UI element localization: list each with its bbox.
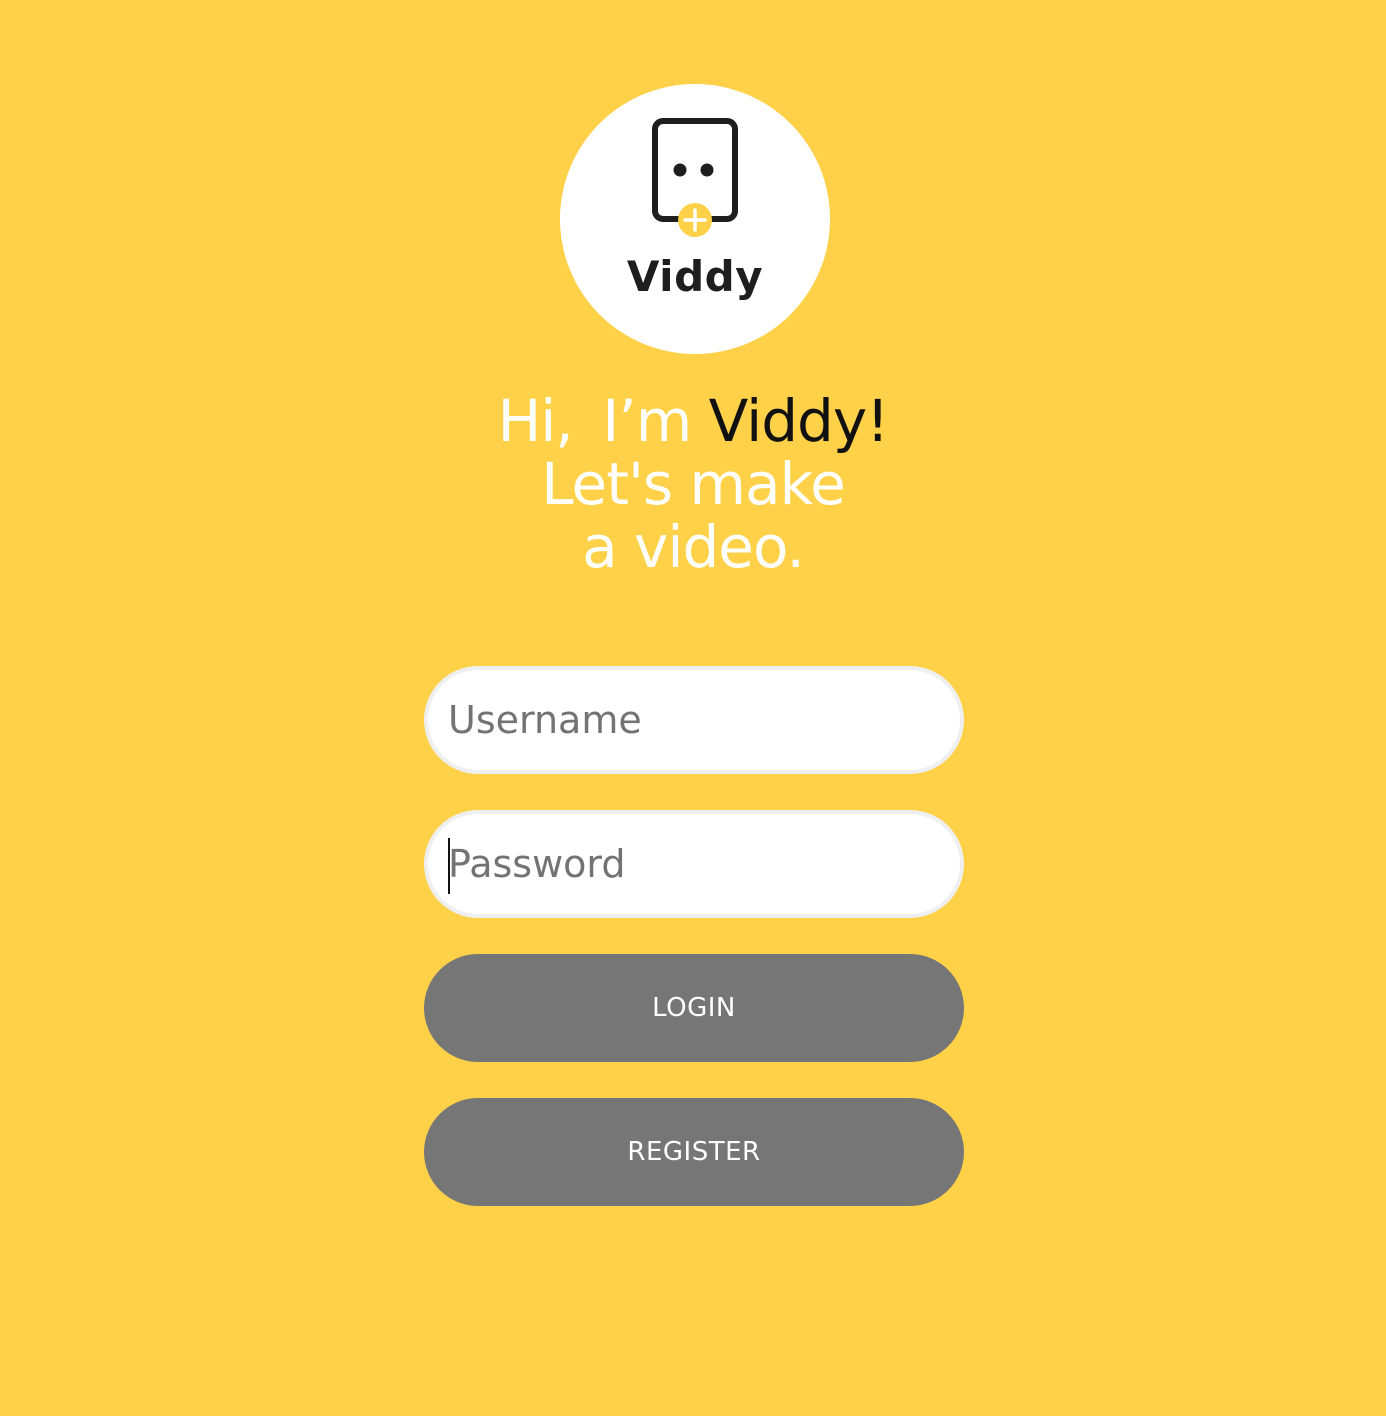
welcome-headline: Hi, I’m Viddy! Let's make a video. (0, 390, 1386, 579)
headline-greeting: Hi, (497, 387, 574, 455)
username-input[interactable] (448, 670, 938, 770)
headline-line-3: a video. (582, 513, 805, 581)
text-caret (448, 838, 450, 894)
password-field (424, 810, 964, 918)
password-input[interactable] (448, 814, 938, 914)
headline-name: Viddy! (708, 387, 890, 455)
register-button[interactable]: REGISTER (424, 1098, 964, 1206)
login-button[interactable]: LOGIN (424, 954, 964, 1062)
headline-line-2: Let's make (541, 450, 846, 518)
app-logo: Viddy (560, 84, 830, 354)
headline-line-1: Hi, I’m Viddy! (0, 390, 1386, 453)
robot-face-plus-icon (652, 118, 738, 237)
headline-im: I’m (602, 387, 692, 455)
username-field (424, 666, 964, 774)
logo-wordmark: Viddy (626, 252, 764, 301)
